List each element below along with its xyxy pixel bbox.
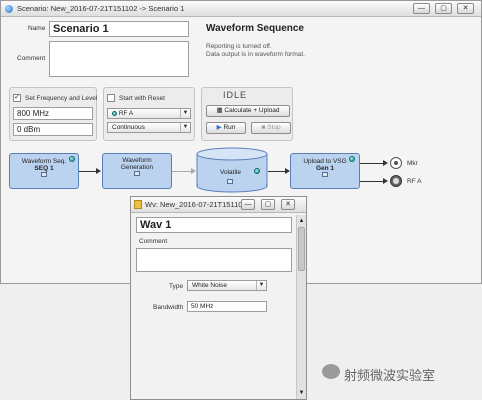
type-select[interactable]: White Noise ▼ bbox=[187, 280, 267, 291]
vsg-status-led bbox=[349, 156, 355, 162]
restore-button[interactable]: ▢ bbox=[435, 3, 452, 14]
rf-output-select[interactable]: RF A ▼ bbox=[107, 108, 191, 119]
waveform-titlebar[interactable]: Wv: New_2016-07-21T151102 ... — ▢ ✕ bbox=[131, 197, 306, 213]
calculator-icon: ▦ bbox=[216, 107, 223, 114]
volatile-status-led bbox=[254, 168, 260, 174]
rf-connector-icon bbox=[390, 175, 402, 187]
info-reporting: Reporting is turned off. bbox=[206, 43, 272, 50]
chevron-down-icon: ▼ bbox=[256, 281, 266, 290]
waveform-window-title: Wv: New_2016-07-21T151102 ... bbox=[145, 200, 255, 209]
flow-arrow-2 bbox=[172, 171, 192, 172]
minimize-button[interactable]: — bbox=[413, 3, 430, 14]
watermark-text: 射频微波实验室 bbox=[344, 368, 436, 383]
mkr-label: Mkr bbox=[407, 160, 418, 167]
window-title: Scenario: New_2016-07-21T151102 -> Scena… bbox=[17, 4, 185, 13]
comment-label: Comment bbox=[17, 55, 46, 62]
start-with-reset-checkbox[interactable] bbox=[107, 94, 115, 102]
close-button[interactable]: ✕ bbox=[281, 199, 295, 210]
properties-icon bbox=[227, 179, 233, 184]
waveform-comment-field[interactable] bbox=[136, 248, 292, 272]
type-label: Type bbox=[169, 283, 184, 290]
seq-status-led bbox=[69, 156, 75, 162]
rf-a-label: RF A bbox=[407, 178, 422, 185]
bandwidth-field[interactable]: 50 MHz bbox=[187, 301, 267, 312]
waveform-generation-title: Waveform bbox=[122, 157, 152, 164]
waveform-window: Wv: New_2016-07-21T151102 ... — ▢ ✕ Wav … bbox=[130, 196, 307, 400]
scroll-down-icon[interactable]: ▼ bbox=[298, 389, 305, 397]
close-button[interactable]: ✕ bbox=[457, 3, 474, 14]
rf-output-value: RF A bbox=[118, 110, 134, 117]
play-icon: ▶ bbox=[216, 124, 222, 131]
mode-select[interactable]: Continuous ▼ bbox=[107, 122, 191, 133]
chevron-down-icon: ▼ bbox=[180, 123, 190, 132]
flow-arrow-1 bbox=[79, 171, 97, 172]
stop-label: Stop bbox=[267, 124, 281, 131]
scroll-thumb[interactable] bbox=[298, 227, 305, 271]
scroll-up-icon[interactable]: ▲ bbox=[298, 217, 305, 225]
waveform-app-icon bbox=[134, 200, 142, 209]
name-label: Name bbox=[28, 25, 46, 32]
minimize-button[interactable]: — bbox=[241, 199, 255, 210]
calculate-upload-label: Calculate + Upload bbox=[224, 107, 280, 114]
run-status: IDLE bbox=[223, 90, 248, 100]
properties-icon bbox=[322, 172, 328, 177]
type-value: White Noise bbox=[192, 282, 228, 289]
waveform-generation-block[interactable]: Waveform Generation bbox=[102, 153, 172, 189]
calculate-upload-button[interactable]: ▦ Calculate + Upload bbox=[206, 105, 290, 117]
waveform-generation-title2: Generation bbox=[120, 164, 154, 171]
set-freq-level-label: Set Frequency and Level bbox=[25, 95, 98, 102]
mode-value: Continuous bbox=[112, 124, 145, 131]
flow-arrow-3 bbox=[268, 171, 286, 172]
chevron-down-icon: ▼ bbox=[180, 109, 190, 118]
mkr-line bbox=[360, 163, 384, 164]
vertical-scrollbar[interactable]: ▲ ▼ bbox=[296, 215, 306, 399]
stop-button[interactable]: ■ Stop bbox=[251, 122, 291, 134]
arrow-head-icon bbox=[383, 178, 388, 184]
run-label: Run bbox=[223, 124, 236, 131]
set-freq-level-checkbox[interactable]: ✓ bbox=[13, 94, 21, 102]
app-icon bbox=[5, 5, 13, 13]
level-field[interactable]: 0 dBm bbox=[13, 123, 93, 136]
volatile-label: Volatile bbox=[220, 169, 241, 176]
waveform-name-field[interactable]: Wav 1 bbox=[136, 217, 292, 233]
upload-vsg-sub: Gen 1 bbox=[315, 165, 335, 172]
rf-status-led bbox=[112, 111, 117, 116]
arrow-head-icon bbox=[383, 160, 388, 166]
comment-field[interactable] bbox=[49, 41, 189, 77]
properties-icon bbox=[134, 171, 140, 176]
rf-line bbox=[360, 181, 384, 182]
bandwidth-label: Bandwidth bbox=[153, 304, 184, 311]
run-button[interactable]: ▶ Run bbox=[206, 122, 246, 134]
name-field[interactable]: Scenario 1 bbox=[49, 21, 189, 37]
stop-icon: ■ bbox=[261, 124, 266, 131]
mkr-connector-icon bbox=[390, 157, 402, 169]
properties-icon bbox=[41, 172, 47, 177]
start-with-reset-label: Start with Reset bbox=[119, 95, 165, 102]
waveform-seq-title: Waveform Seq. bbox=[21, 158, 67, 165]
waveform-seq-sub: SEQ 1 bbox=[34, 165, 54, 172]
sequence-heading: Waveform Sequence bbox=[206, 23, 304, 34]
frequency-field[interactable]: 800 MHz bbox=[13, 107, 93, 120]
waveform-comment-label: Comment bbox=[139, 238, 168, 245]
restore-button[interactable]: ▢ bbox=[261, 199, 275, 210]
arrow-head-icon bbox=[96, 168, 101, 174]
wechat-logo-icon bbox=[322, 364, 340, 379]
window-titlebar[interactable]: Scenario: New_2016-07-21T151102 -> Scena… bbox=[1, 1, 481, 17]
info-output-format: Data output is in waveform format. bbox=[206, 51, 305, 58]
